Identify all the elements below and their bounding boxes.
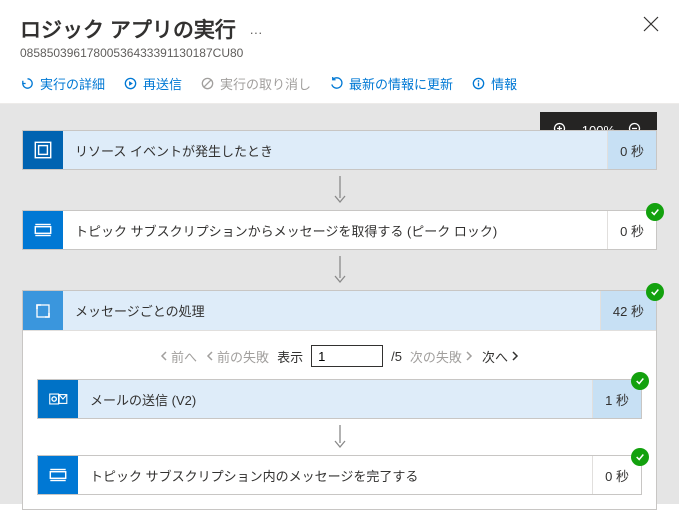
success-icon [646, 203, 664, 221]
pager-next[interactable]: 次へ [482, 347, 520, 366]
cancel-run-button: 実行の取り消し [200, 74, 311, 93]
page-title: ロジック アプリの実行 [20, 14, 236, 44]
foreach-label: メッセージごとの処理 [63, 291, 600, 330]
connector-arrow [22, 170, 657, 210]
command-bar: 実行の詳細 再送信 実行の取り消し 最新の情報に更新 情報 [0, 66, 679, 104]
step-get-message[interactable]: トピック サブスクリプションからメッセージを取得する (ピーク ロック) 0 秒 [22, 210, 657, 250]
cancel-icon [200, 76, 215, 91]
history-icon [20, 76, 35, 91]
step-trigger-duration: 0 秒 [607, 131, 656, 169]
foreach-header: メッセージごとの処理 42 秒 [23, 291, 656, 331]
step-foreach[interactable]: メッセージごとの処理 42 秒 前へ 前の失敗 表示 /5 次の失敗 [22, 290, 657, 510]
info-button[interactable]: 情報 [471, 74, 517, 93]
run-id: 08585039617800536433391130187CU80 [20, 46, 659, 60]
step-trigger[interactable]: リソース イベントが発生したとき 0 秒 [22, 130, 657, 170]
more-icon[interactable]: ··· [249, 25, 262, 40]
loop-icon [23, 291, 63, 330]
pager-show-label: 表示 [277, 347, 303, 366]
event-grid-icon [23, 131, 63, 169]
pager-next-fail: 次の失敗 [410, 347, 474, 366]
designer-canvas: 100% リソース イベントが発生したとき 0 秒 トピック サブスクリプション… [0, 104, 679, 504]
pager-prev-fail: 前の失敗 [205, 347, 269, 366]
cancel-run-label: 実行の取り消し [220, 74, 311, 93]
pager-prev: 前へ [159, 347, 197, 366]
pager-total: /5 [391, 349, 402, 364]
close-button[interactable] [643, 16, 659, 32]
success-icon [631, 372, 649, 390]
step-send-mail[interactable]: メールの送信 (V2) 1 秒 [37, 379, 642, 419]
step-send-mail-label: メールの送信 (V2) [78, 380, 592, 418]
step-complete-label: トピック サブスクリプション内のメッセージを完了する [78, 456, 592, 494]
success-icon [646, 283, 664, 301]
step-complete-message[interactable]: トピック サブスクリプション内のメッセージを完了する 0 秒 [37, 455, 642, 495]
refresh-icon [329, 76, 344, 91]
service-bus-icon [23, 211, 63, 249]
resubmit-button[interactable]: 再送信 [123, 74, 182, 93]
info-icon [471, 76, 486, 91]
run-details-label: 実行の詳細 [40, 74, 105, 93]
pager-input[interactable] [311, 345, 383, 367]
step-get-message-label: トピック サブスクリプションからメッセージを取得する (ピーク ロック) [63, 211, 607, 249]
success-icon [631, 448, 649, 466]
foreach-body: 前へ 前の失敗 表示 /5 次の失敗 次へ [23, 331, 656, 509]
step-trigger-label: リソース イベントが発生したとき [63, 131, 607, 169]
connector-arrow [37, 419, 642, 455]
resubmit-icon [123, 76, 138, 91]
refresh-label: 最新の情報に更新 [349, 74, 453, 93]
iteration-pager: 前へ 前の失敗 表示 /5 次の失敗 次へ [37, 345, 642, 367]
service-bus-icon [38, 456, 78, 494]
run-details-button[interactable]: 実行の詳細 [20, 74, 105, 93]
outlook-icon [38, 380, 78, 418]
refresh-button[interactable]: 最新の情報に更新 [329, 74, 453, 93]
resubmit-label: 再送信 [143, 74, 182, 93]
connector-arrow [22, 250, 657, 290]
info-label: 情報 [491, 74, 517, 93]
pane-header: ロジック アプリの実行 ··· 085850396178005364333911… [0, 0, 679, 66]
